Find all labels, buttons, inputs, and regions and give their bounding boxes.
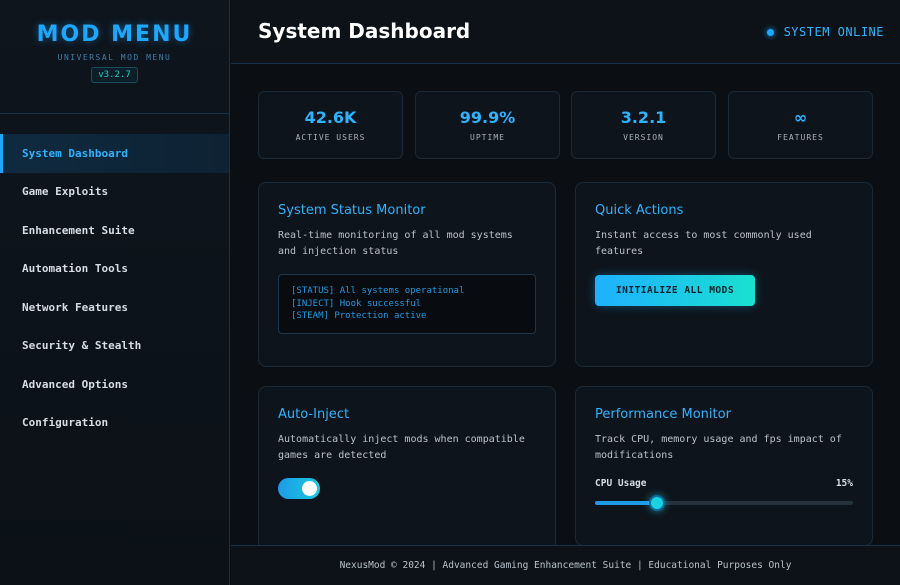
card-title: Quick Actions xyxy=(595,203,684,218)
stat-label: VERSION xyxy=(623,133,664,142)
cpu-usage-row: CPU Usage 15% xyxy=(595,478,853,489)
status-console: [STATUS] All systems operational [INJECT… xyxy=(278,274,536,334)
stat-value: 42.6K xyxy=(304,108,357,127)
sidebar-item-game-exploits[interactable]: Game Exploits xyxy=(0,173,229,212)
console-line: [STEAM] Protection active xyxy=(291,311,427,321)
card-description: Automatically inject mods when compatibl… xyxy=(278,434,525,461)
console-line: [STATUS] All systems operational xyxy=(291,286,465,296)
stat-value: 99.9% xyxy=(459,108,516,127)
header: System Dashboard SYSTEM ONLINE xyxy=(231,0,900,64)
toggle-knob xyxy=(302,481,317,496)
auto-inject-toggle[interactable] xyxy=(278,478,320,499)
status-label: SYSTEM ONLINE xyxy=(783,25,884,39)
sidebar: MOD MENU UNIVERSAL MOD MENU v3.2.7 Syste… xyxy=(0,0,230,585)
footer-text: NexusMod © 2024 | Advanced Gaming Enhanc… xyxy=(339,560,792,571)
version-badge: v3.2.7 xyxy=(91,67,138,83)
initialize-all-mods-button[interactable]: INITIALIZE ALL MODS xyxy=(595,275,755,306)
stat-value: 3.2.1 xyxy=(620,108,667,127)
slider-thumb[interactable] xyxy=(648,495,665,511)
slider-fill xyxy=(595,501,657,505)
brand-subtitle: UNIVERSAL MOD MENU xyxy=(57,53,172,62)
system-status: SYSTEM ONLINE xyxy=(766,25,884,39)
footer: NexusMod © 2024 | Advanced Gaming Enhanc… xyxy=(231,545,900,585)
card-title: Performance Monitor xyxy=(595,407,731,422)
cpu-usage-slider[interactable] xyxy=(595,495,853,511)
card-quick-actions: Quick Actions Instant access to most com… xyxy=(575,182,873,367)
card-description: Instant access to most commonly used fea… xyxy=(595,230,812,257)
card-performance-monitor: Performance Monitor Track CPU, memory us… xyxy=(575,386,873,546)
stat-value: ∞ xyxy=(793,108,808,127)
sidebar-item-automation-tools[interactable]: Automation Tools xyxy=(0,250,229,289)
page-title: System Dashboard xyxy=(258,19,471,43)
card-description: Real-time monitoring of all mod systems … xyxy=(278,230,513,257)
status-dot-icon xyxy=(766,28,774,36)
card-description: Track CPU, memory usage and fps impact o… xyxy=(595,434,842,461)
stat-features: ∞ FEATURES xyxy=(728,91,873,159)
sidebar-item-configuration[interactable]: Configuration xyxy=(0,404,229,443)
stat-uptime: 99.9% UPTIME xyxy=(415,91,560,159)
card-auto-inject: Auto-Inject Automatically inject mods wh… xyxy=(258,386,556,556)
sidebar-item-advanced-options[interactable]: Advanced Options xyxy=(0,365,229,404)
stat-active-users: 42.6K ACTIVE USERS xyxy=(258,91,403,159)
card-title: Auto-Inject xyxy=(278,407,350,422)
stat-label: FEATURES xyxy=(777,133,824,142)
stat-version: 3.2.1 VERSION xyxy=(571,91,716,159)
sidebar-item-network-features[interactable]: Network Features xyxy=(0,288,229,327)
brand: MOD MENU UNIVERSAL MOD MENU v3.2.7 xyxy=(0,0,229,114)
sidebar-item-enhancement-suite[interactable]: Enhancement Suite xyxy=(0,211,229,250)
cpu-usage-label: CPU Usage xyxy=(595,478,647,489)
console-line: [INJECT] Hook successful xyxy=(291,298,422,309)
sidebar-item-system-dashboard[interactable]: System Dashboard xyxy=(0,134,229,173)
card-title: System Status Monitor xyxy=(278,203,426,218)
sidebar-nav: System Dashboard Game Exploits Enhanceme… xyxy=(0,134,229,442)
stat-label: ACTIVE USERS xyxy=(295,133,366,142)
brand-title: MOD MENU xyxy=(36,22,193,47)
sidebar-item-security-stealth[interactable]: Security & Stealth xyxy=(0,327,229,366)
stat-label: UPTIME xyxy=(470,133,505,142)
card-system-status-monitor: System Status Monitor Real-time monitori… xyxy=(258,182,556,367)
cpu-usage-value: 15% xyxy=(835,478,853,489)
